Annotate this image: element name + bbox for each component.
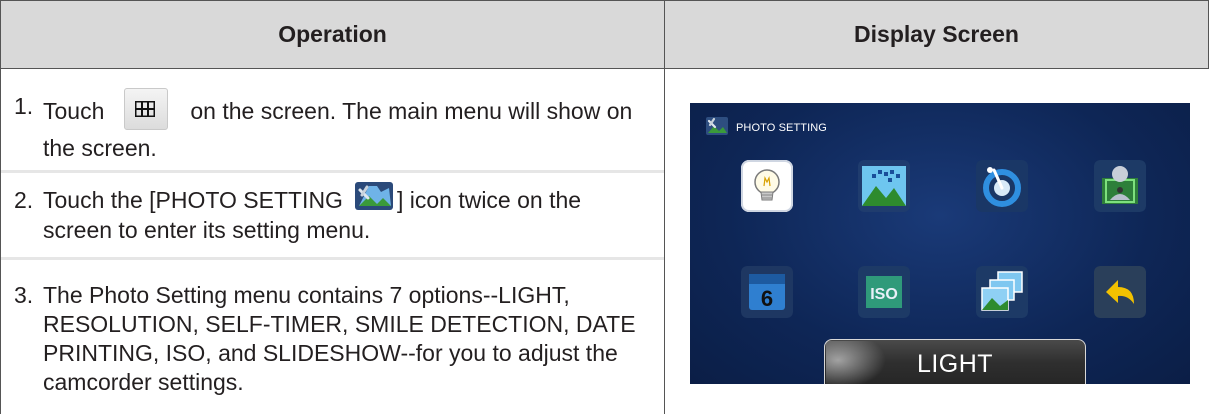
row-divider (1, 170, 665, 173)
resolution-icon[interactable] (858, 160, 910, 212)
slideshow-icon[interactable] (976, 266, 1028, 318)
selected-option-label: LIGHT (824, 339, 1086, 384)
return-icon[interactable] (1094, 266, 1146, 318)
photo-setting-icon (706, 117, 728, 135)
iso-icon[interactable]: ISO (858, 266, 910, 318)
row-divider (1, 257, 665, 260)
step-3-number: 3. (14, 282, 34, 308)
step-2-before: Touch the [PHOTO SETTING (43, 187, 343, 213)
self-timer-icon[interactable] (976, 160, 1028, 212)
step-2-text: Touch the [PHOTO SETTING] icon twice on … (43, 181, 653, 245)
selected-option-text: LIGHT (916, 350, 994, 378)
date-printing-icon[interactable]: 6 (741, 266, 793, 318)
step-1-number: 1. (14, 93, 34, 119)
svg-text:6: 6 (761, 286, 773, 311)
step-1-before: Touch (43, 98, 105, 125)
camcorder-screen: PHOTO SETTING 6 ISO LIGHT (690, 103, 1190, 384)
screen-title: PHOTO SETTING (736, 122, 827, 134)
step-3-text: The Photo Setting menu contains 7 option… (43, 282, 636, 395)
display-screen-header: Display Screen (664, 0, 1209, 69)
operation-cell: 1. Touch on the screen. The main menu wil… (0, 68, 665, 414)
photo-setting-icon (354, 181, 393, 210)
grid-menu-icon (124, 88, 169, 130)
smile-detection-icon[interactable] (1094, 160, 1146, 212)
light-bulb-icon[interactable] (741, 160, 793, 212)
step-2-number: 2. (14, 187, 34, 213)
svg-text:ISO: ISO (870, 286, 898, 303)
step-1-text: Touch on the screen. The main menu will s… (43, 88, 653, 163)
operation-header: Operation (0, 0, 665, 69)
